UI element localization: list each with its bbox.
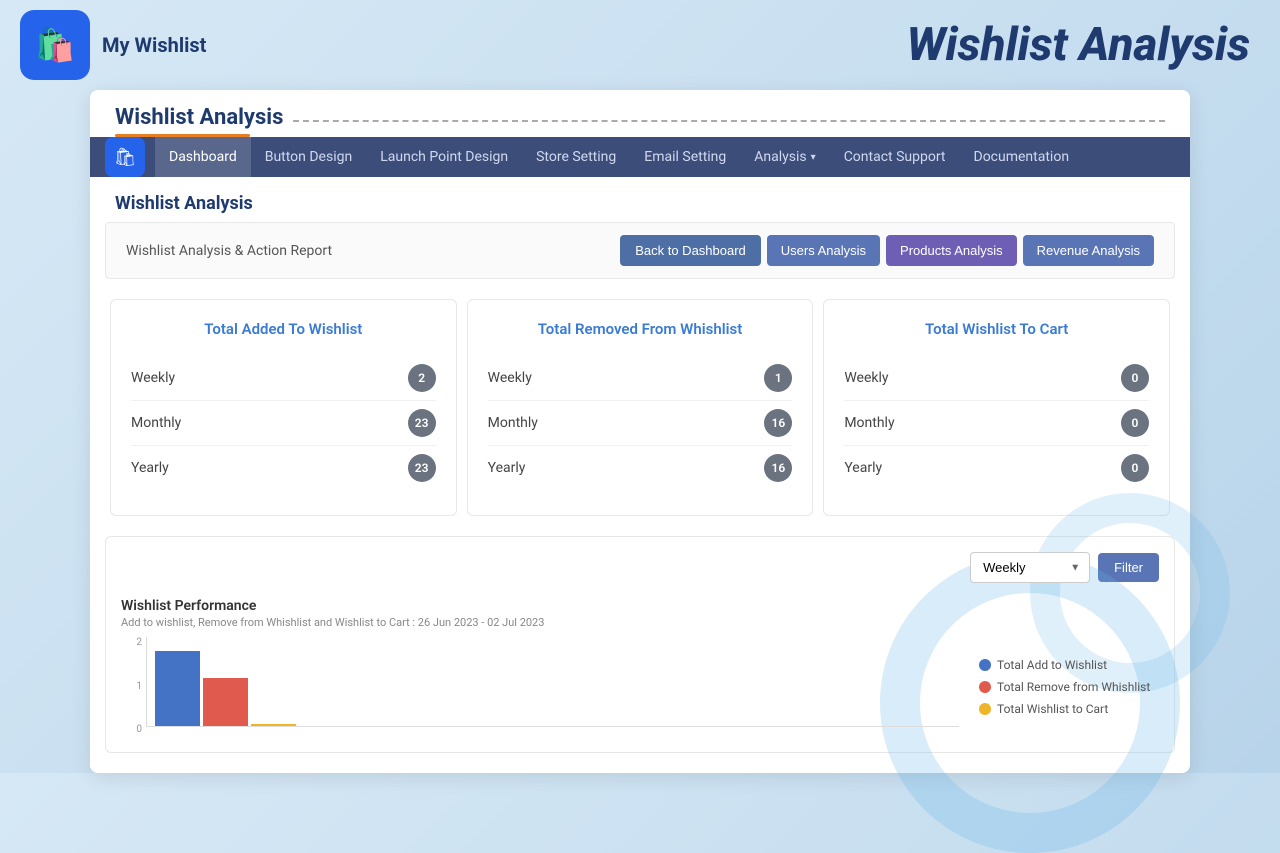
stat-row-cart-weekly: Weekly 0 (844, 356, 1149, 401)
stat-card-removed: Total Removed From Whishlist Weekly 1 Mo… (467, 299, 814, 516)
stat-row-added-yearly: Yearly 23 (131, 446, 436, 490)
dashed-line (293, 120, 1165, 122)
action-buttons: Back to Dashboard Users Analysis Product… (620, 235, 1154, 266)
stat-card-removed-title: Total Removed From Whishlist (488, 320, 793, 338)
back-to-dashboard-button[interactable]: Back to Dashboard (620, 235, 761, 266)
stat-row-added-weekly: Weekly 2 (131, 356, 436, 401)
legend-dot-cart (979, 703, 991, 715)
chart-body: 2 1 0 Total Add to Wishlist (121, 637, 1159, 737)
nav-item-store-setting[interactable]: Store Setting (522, 137, 630, 177)
y-axis-label-0: 0 (121, 724, 142, 735)
chart-bars-container (146, 637, 959, 727)
legend-label-cart: Total Wishlist to Cart (997, 702, 1108, 716)
y-axis-label-1: 1 (121, 681, 142, 692)
legend-label-remove: Total Remove from Whishlist (997, 680, 1150, 694)
stat-label-removed-monthly: Monthly (488, 415, 538, 431)
stat-badge-added-weekly: 2 (408, 364, 436, 392)
nav-item-analysis[interactable]: Analysis ▾ (740, 137, 829, 177)
nav-item-dashboard[interactable]: Dashboard (155, 137, 251, 177)
stat-badge-added-monthly: 23 (408, 409, 436, 437)
bar-group (155, 651, 951, 726)
stat-row-removed-yearly: Yearly 16 (488, 446, 793, 490)
stat-badge-cart-weekly: 0 (1121, 364, 1149, 392)
stat-row-removed-weekly: Weekly 1 (488, 356, 793, 401)
chart-y-axis: 2 1 0 (121, 637, 146, 737)
bar-red (203, 678, 248, 726)
section-title-wrap: Wishlist Analysis (90, 177, 1190, 222)
action-bar: Wishlist Analysis & Action Report Back t… (105, 222, 1175, 279)
main-card: Wishlist Analysis 🛍 Dashboard Button Des… (90, 90, 1190, 773)
stat-row-added-monthly: Monthly 23 (131, 401, 436, 446)
nav-item-documentation[interactable]: Documentation (960, 137, 1084, 177)
filter-select-wrapper: Weekly Monthly Yearly (970, 552, 1090, 583)
stat-label-added-weekly: Weekly (131, 370, 175, 386)
stat-label-added-yearly: Yearly (131, 460, 169, 476)
users-analysis-button[interactable]: Users Analysis (767, 235, 880, 266)
stat-card-added-title: Total Added To Wishlist (131, 320, 436, 338)
nav-bar: 🛍 Dashboard Button Design Launch Point D… (90, 137, 1190, 177)
products-analysis-button[interactable]: Products Analysis (886, 235, 1017, 266)
stat-badge-added-yearly: 23 (408, 454, 436, 482)
card-title-section: Wishlist Analysis (90, 90, 1190, 137)
chart-controls: Weekly Monthly Yearly Filter (121, 552, 1159, 583)
nav-item-contact-support[interactable]: Contact Support (830, 137, 960, 177)
stat-badge-removed-monthly: 16 (764, 409, 792, 437)
section-title: Wishlist Analysis (115, 193, 1165, 214)
bar-yellow (251, 724, 296, 726)
legend-item-add: Total Add to Wishlist (979, 658, 1159, 672)
stat-label-cart-monthly: Monthly (844, 415, 894, 431)
nav-item-email-setting[interactable]: Email Setting (630, 137, 740, 177)
stat-badge-cart-monthly: 0 (1121, 409, 1149, 437)
legend-item-remove: Total Remove from Whishlist (979, 680, 1159, 694)
stat-row-cart-monthly: Monthly 0 (844, 401, 1149, 446)
filter-select[interactable]: Weekly Monthly Yearly (970, 552, 1090, 583)
logo-area: 🛍️ My Wishlist (20, 10, 206, 80)
legend-dot-remove (979, 681, 991, 693)
stat-label-removed-weekly: Weekly (488, 370, 532, 386)
y-axis-label-2: 2 (121, 637, 142, 648)
revenue-analysis-button[interactable]: Revenue Analysis (1023, 235, 1154, 266)
nav-item-button-design[interactable]: Button Design (251, 137, 367, 177)
stat-label-added-monthly: Monthly (131, 415, 181, 431)
app-logo-icon: 🛍️ (20, 10, 90, 80)
stat-badge-removed-weekly: 1 (764, 364, 792, 392)
legend-label-add: Total Add to Wishlist (997, 658, 1107, 672)
nav-item-launch-point-design[interactable]: Launch Point Design (366, 137, 522, 177)
action-bar-label: Wishlist Analysis & Action Report (126, 243, 332, 259)
bar-blue (155, 651, 200, 726)
stat-label-cart-yearly: Yearly (844, 460, 882, 476)
analysis-caret-icon: ▾ (811, 152, 816, 163)
chart-section: Weekly Monthly Yearly Filter Wishlist Pe… (105, 536, 1175, 753)
legend-dot-add (979, 659, 991, 671)
legend-item-cart: Total Wishlist to Cart (979, 702, 1159, 716)
app-name: My Wishlist (102, 33, 206, 57)
stat-badge-removed-yearly: 16 (764, 454, 792, 482)
stat-row-cart-yearly: Yearly 0 (844, 446, 1149, 490)
stat-label-removed-yearly: Yearly (488, 460, 526, 476)
stat-card-cart: Total Wishlist To Cart Weekly 0 Monthly … (823, 299, 1170, 516)
stats-grid: Total Added To Wishlist Weekly 2 Monthly… (105, 294, 1175, 521)
stat-row-removed-monthly: Monthly 16 (488, 401, 793, 446)
stat-card-added: Total Added To Wishlist Weekly 2 Monthly… (110, 299, 457, 516)
card-title: Wishlist Analysis (115, 105, 283, 130)
page-title-header: Wishlist Analysis (907, 18, 1250, 72)
stat-label-cart-weekly: Weekly (844, 370, 888, 386)
nav-analysis-label: Analysis (754, 149, 806, 165)
stat-card-cart-title: Total Wishlist To Cart (844, 320, 1149, 338)
nav-logo-icon: 🛍 (105, 137, 145, 177)
stat-badge-cart-yearly: 0 (1121, 454, 1149, 482)
chart-legend: Total Add to Wishlist Total Remove from … (959, 637, 1159, 737)
